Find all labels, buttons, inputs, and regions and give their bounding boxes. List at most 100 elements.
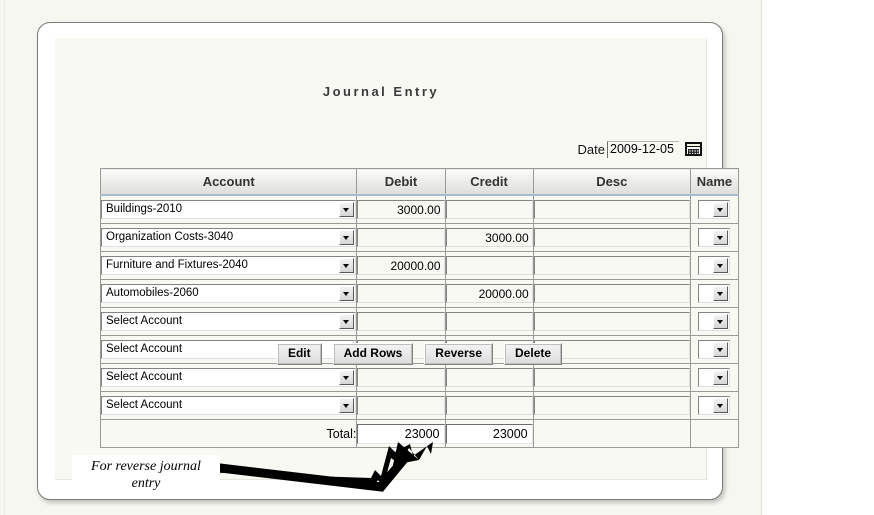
name-select[interactable] (698, 368, 731, 387)
table-total-row: Total: (99, 419, 740, 448)
debit-input[interactable] (357, 312, 445, 331)
chevron-down-icon[interactable] (339, 202, 355, 217)
chevron-down-icon[interactable] (339, 370, 355, 385)
desc-input[interactable] (533, 284, 690, 303)
chevron-down-icon[interactable] (713, 398, 729, 413)
table-row: Organization Costs-3040 (99, 223, 740, 252)
credit-input[interactable] (445, 312, 533, 331)
name-cell (689, 363, 740, 392)
column-header-name: Name (689, 168, 740, 196)
debit-cell (356, 251, 446, 280)
name-cell (689, 251, 740, 280)
name-cell (689, 279, 740, 308)
account-select[interactable]: Organization Costs-3040 (101, 228, 357, 247)
name-select[interactable] (698, 228, 731, 247)
account-cell: Select Account (99, 307, 358, 336)
chevron-down-icon[interactable] (713, 286, 729, 301)
account-select[interactable]: Automobiles-2060 (101, 284, 357, 303)
debit-cell (356, 391, 446, 420)
journal-entry-panel: Journal Entry Date Account Debit Credit … (37, 22, 740, 500)
desc-input[interactable] (533, 228, 690, 247)
name-select[interactable] (698, 312, 731, 331)
chevron-down-icon[interactable] (339, 286, 355, 301)
calendar-picker-button[interactable] (683, 141, 703, 158)
credit-input[interactable] (445, 368, 533, 387)
column-header-account: Account (99, 168, 358, 196)
chevron-down-icon[interactable] (339, 258, 355, 273)
desc-input[interactable] (533, 256, 690, 275)
account-select-value: Buildings-2010 (106, 203, 183, 215)
account-cell: Furniture and Fixtures-2040 (99, 251, 358, 280)
journal-entry-inner-panel: Journal Entry Date Account Debit Credit … (55, 38, 740, 480)
debit-cell (356, 363, 446, 392)
account-select[interactable]: Select Account (101, 368, 357, 387)
annotation-callout: For reverse journal entry (72, 455, 220, 497)
debit-input[interactable] (357, 368, 445, 387)
chevron-down-icon[interactable] (339, 314, 355, 329)
add-rows-button[interactable]: Add Rows (332, 343, 414, 365)
table-row: Buildings-2010 (99, 194, 740, 224)
column-header-debit: Debit (356, 168, 446, 196)
total-debit-input (357, 423, 445, 444)
credit-cell (444, 307, 534, 336)
name-select[interactable] (698, 200, 731, 219)
total-desc-cell (532, 419, 691, 448)
chevron-down-icon[interactable] (713, 258, 729, 273)
credit-cell (444, 223, 534, 252)
total-label: Total: (99, 419, 358, 448)
debit-cell (356, 279, 446, 308)
table-row: Select Account (99, 363, 740, 392)
account-cell: Automobiles-2060 (99, 279, 358, 308)
reverse-button[interactable]: Reverse (424, 343, 494, 365)
desc-cell (532, 251, 691, 280)
name-select[interactable] (698, 396, 731, 415)
column-header-credit: Credit (444, 168, 534, 196)
debit-cell (356, 307, 446, 336)
debit-input[interactable] (357, 256, 445, 275)
annotation-line-2: entry (131, 476, 161, 491)
chevron-down-icon[interactable] (713, 370, 729, 385)
chevron-down-icon[interactable] (713, 202, 729, 217)
account-select-value: Select Account (106, 371, 183, 383)
account-select[interactable]: Buildings-2010 (101, 200, 357, 219)
credit-input[interactable] (445, 256, 533, 275)
credit-input[interactable] (445, 228, 533, 247)
date-input[interactable] (607, 140, 679, 158)
chevron-down-icon[interactable] (713, 314, 729, 329)
credit-cell (444, 194, 534, 224)
desc-input[interactable] (533, 200, 690, 219)
name-select[interactable] (698, 284, 731, 303)
credit-cell (444, 251, 534, 280)
credit-input[interactable] (445, 200, 533, 219)
desc-input[interactable] (533, 396, 690, 415)
chevron-down-icon[interactable] (713, 230, 729, 245)
form-button-bar: Edit Add Rows Reverse Delete (100, 343, 739, 365)
desc-cell (532, 307, 691, 336)
chevron-down-icon[interactable] (339, 398, 355, 413)
credit-input[interactable] (445, 284, 533, 303)
account-select[interactable]: Select Account (101, 312, 357, 331)
desc-input[interactable] (533, 368, 690, 387)
desc-input[interactable] (533, 312, 690, 331)
date-label: Date (577, 141, 605, 157)
edit-button[interactable]: Edit (276, 343, 322, 365)
delete-button[interactable]: Delete (504, 343, 563, 365)
debit-input[interactable] (357, 396, 445, 415)
credit-cell (444, 363, 534, 392)
annotation-line-1: For reverse journal (91, 459, 201, 474)
chevron-down-icon[interactable] (339, 230, 355, 245)
table-row: Select Account (99, 391, 740, 420)
name-select[interactable] (698, 256, 731, 275)
account-select[interactable]: Furniture and Fixtures-2040 (101, 256, 357, 275)
credit-input[interactable] (445, 396, 533, 415)
account-select-value: Select Account (106, 399, 183, 411)
total-debit-cell (356, 419, 446, 448)
account-select[interactable]: Select Account (101, 396, 357, 415)
debit-input[interactable] (357, 228, 445, 247)
debit-cell (356, 223, 446, 252)
debit-input[interactable] (357, 200, 445, 219)
name-cell (689, 391, 740, 420)
page-left-rule (4, 0, 5, 515)
account-select-value: Furniture and Fixtures-2040 (106, 259, 248, 271)
debit-input[interactable] (357, 284, 445, 303)
